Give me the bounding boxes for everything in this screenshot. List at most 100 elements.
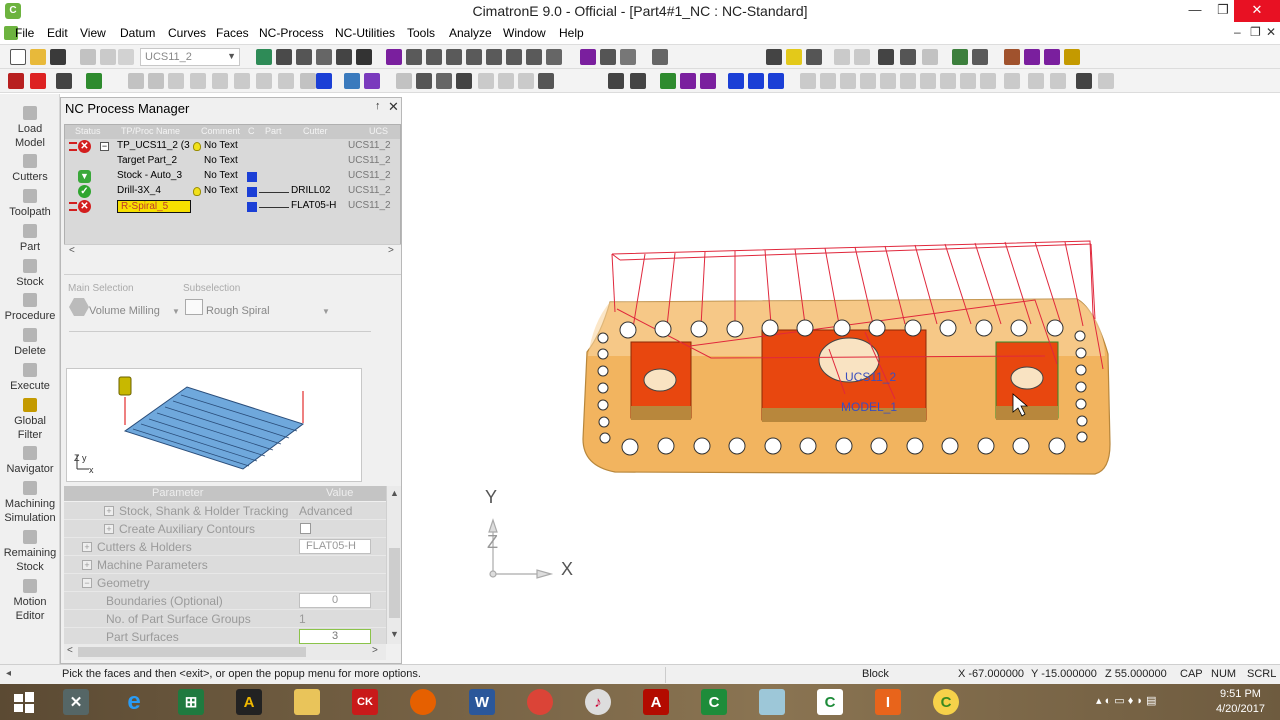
taskbar-app-tools[interactable] <box>752 687 792 717</box>
set-icon[interactable] <box>972 49 988 65</box>
measure-f-icon[interactable] <box>900 73 916 89</box>
taskbar-app-excel[interactable]: ⊞ <box>171 687 211 717</box>
grid-icon[interactable] <box>900 49 916 65</box>
copy-icon[interactable] <box>768 73 784 89</box>
hand-icon[interactable] <box>1098 73 1114 89</box>
curve-purple2-icon[interactable] <box>700 73 716 89</box>
scroll-down-icon[interactable]: ▼ <box>390 629 399 639</box>
filter-b-icon[interactable] <box>148 73 164 89</box>
wire-icon[interactable] <box>100 49 116 65</box>
filter-c-icon[interactable] <box>168 73 184 89</box>
ucs-icon[interactable] <box>118 49 134 65</box>
filter-f-icon[interactable] <box>234 73 250 89</box>
view-options-icon[interactable] <box>546 49 562 65</box>
forward-arrow-icon[interactable] <box>854 49 870 65</box>
scroll-right-icon[interactable]: > <box>372 645 378 656</box>
param-value[interactable]: Advanced <box>299 504 352 518</box>
curve-purple-icon[interactable] <box>680 73 696 89</box>
measure-c-icon[interactable] <box>840 73 856 89</box>
tree-row[interactable]: ✕ − TP_UCS11_2 (3 No Text UCS11_2 <box>65 139 400 154</box>
rail-toolpath[interactable]: Toolpath <box>0 189 60 219</box>
scroll-up-icon[interactable]: ▲ <box>390 488 399 498</box>
subselection-value[interactable]: Rough Spiral <box>206 305 270 317</box>
taskbar-app-acrobat[interactable]: A <box>636 687 676 717</box>
menu-nc-process[interactable]: NC-Process <box>259 26 324 40</box>
part-model[interactable] <box>405 94 1280 664</box>
col-part[interactable]: Part <box>265 126 282 136</box>
collapse-toggle[interactable]: − <box>100 142 109 151</box>
bottom-view-icon[interactable] <box>486 49 502 65</box>
rail-load-model[interactable]: Load Model <box>0 106 60 150</box>
pointer-icon[interactable] <box>1076 73 1092 89</box>
scroll-thumb[interactable] <box>389 548 400 618</box>
param-checkbox[interactable] <box>300 523 311 534</box>
rotate-icon[interactable] <box>356 49 372 65</box>
menu-faces[interactable]: Faces <box>216 26 249 40</box>
tool-d-icon[interactable] <box>1064 49 1080 65</box>
tree-row[interactable]: Target Part_2 No Text UCS11_2 <box>65 154 400 169</box>
taskbar-app-cimatron2[interactable]: C <box>810 687 850 717</box>
col-comment[interactable]: Comment <box>201 126 240 136</box>
rail-global-filter[interactable]: Global Filter <box>0 398 60 442</box>
rail-remaining-stock[interactable]: Remaining Stock <box>0 530 60 574</box>
top-view-icon[interactable] <box>406 49 422 65</box>
zoom-icon[interactable] <box>316 49 332 65</box>
measure-h-icon[interactable] <box>940 73 956 89</box>
col-status[interactable]: Status <box>75 126 101 136</box>
vertex-icon[interactable] <box>344 73 360 89</box>
main-selection-value[interactable]: Volume Milling <box>89 305 160 317</box>
tool-a-icon[interactable] <box>1004 49 1020 65</box>
param-row[interactable]: Boundaries (Optional) 0 <box>64 592 386 610</box>
list-icon[interactable] <box>436 73 452 89</box>
scroll-left-icon[interactable]: < <box>67 645 73 656</box>
param-vscrollbar[interactable]: ▲ ▼ <box>386 486 401 644</box>
collapse-icon[interactable]: − <box>82 578 92 588</box>
filter-h-icon[interactable] <box>278 73 294 89</box>
layer-icon[interactable] <box>952 49 968 65</box>
zoom-all-icon[interactable] <box>256 49 272 65</box>
rail-execute[interactable]: Execute <box>0 363 60 393</box>
param-row[interactable]: + Cutters & Holders FLAT05-H <box>64 538 386 556</box>
scroll-right-icon[interactable]: > <box>388 245 394 256</box>
measure-m-icon[interactable] <box>1050 73 1066 89</box>
tree-row-selected[interactable]: ✕ R-Spiral_5 FLAT05-H UCS11_2 <box>65 199 400 214</box>
rail-stock[interactable]: Stock <box>0 259 60 289</box>
param-row[interactable]: + Stock, Shank & Holder Tracking Advance… <box>64 502 386 520</box>
light-off-icon[interactable] <box>806 49 822 65</box>
tool-c-icon[interactable] <box>1044 49 1060 65</box>
front-view-icon[interactable] <box>426 49 442 65</box>
sketch-icon[interactable] <box>608 73 624 89</box>
taskbar-app-cimatron-active[interactable]: C <box>926 687 966 717</box>
menu-tools[interactable]: Tools <box>407 26 435 40</box>
tree-row[interactable]: ✓ Drill-3X_4 No Text DRILL02 UCS11_2 <box>65 184 400 199</box>
back-arrow-icon[interactable] <box>834 49 850 65</box>
rail-procedure[interactable]: Procedure <box>0 293 60 323</box>
rail-machining-simulation[interactable]: Machining Simulation <box>0 481 60 525</box>
measure-b-icon[interactable] <box>820 73 836 89</box>
filter-a-icon[interactable] <box>128 73 144 89</box>
view-icon[interactable] <box>526 49 542 65</box>
menu-datum[interactable]: Datum <box>120 26 155 40</box>
col-name[interactable]: TP/Proc Name <box>121 126 180 136</box>
measure-j-icon[interactable] <box>980 73 996 89</box>
light-bulb-icon[interactable] <box>766 49 782 65</box>
filter-d-icon[interactable] <box>190 73 206 89</box>
shade-icon[interactable] <box>80 49 96 65</box>
left-view-icon[interactable] <box>466 49 482 65</box>
filter-icon[interactable] <box>878 49 894 65</box>
save-icon[interactable] <box>50 49 66 65</box>
zoom-window-icon[interactable] <box>276 49 292 65</box>
render-mode-icon[interactable] <box>652 49 668 65</box>
col-c[interactable]: C <box>248 126 255 136</box>
param-value[interactable]: 0 <box>299 593 371 608</box>
clock-date[interactable]: 4/20/2017 <box>1216 703 1265 720</box>
hidden-line-icon[interactable] <box>620 49 636 65</box>
expand-status-icon[interactable]: ◂ <box>6 668 11 679</box>
edge-icon[interactable] <box>364 73 380 89</box>
close-button[interactable]: ✕ <box>1234 0 1280 22</box>
param-row[interactable]: − Geometry <box>64 574 386 592</box>
taskbar-app-ckvb[interactable]: CK <box>345 687 385 717</box>
pan-icon[interactable] <box>336 49 352 65</box>
measure-e-icon[interactable] <box>880 73 896 89</box>
move-icon[interactable] <box>748 73 764 89</box>
